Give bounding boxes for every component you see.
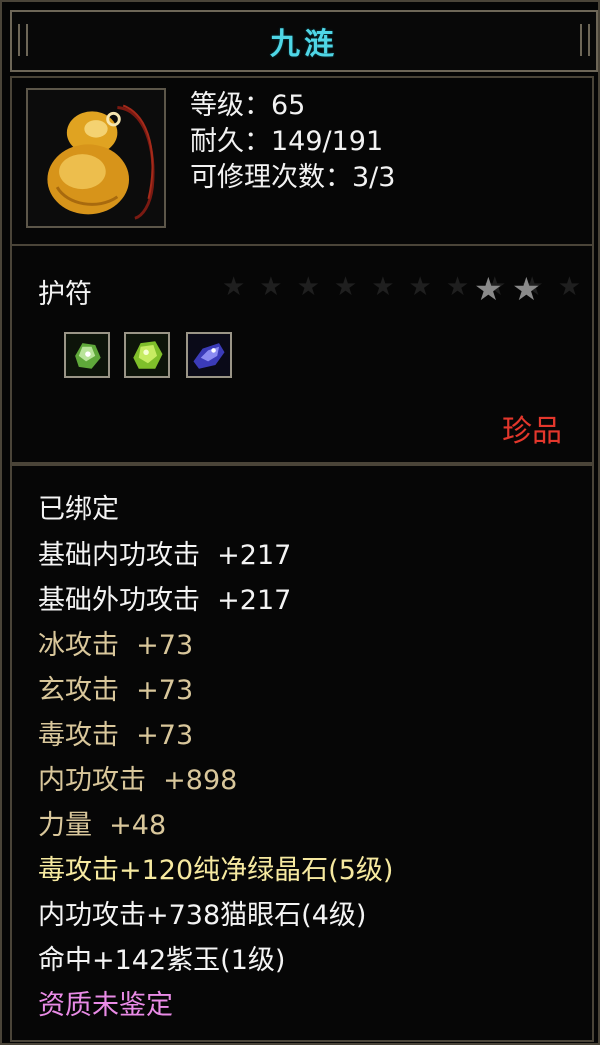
- stat-line: 玄攻击 +73: [38, 675, 194, 706]
- item-stats-panel: 已绑定 基础内功攻击 +217 基础外功攻击 +217 冰攻击 +73 玄攻击 …: [10, 464, 594, 1042]
- stat-line: 冰攻击 +73: [38, 630, 194, 661]
- bound-status: 已绑定: [38, 494, 119, 525]
- item-repair-count: 可修理次数：3/3: [190, 162, 396, 193]
- item-summary-panel: 等级：65 耐久：149/191 可修理次数：3/3: [10, 76, 594, 246]
- star-icon: ★: [474, 270, 503, 308]
- purple-gem-icon[interactable]: [186, 332, 232, 378]
- item-durability: 耐久：149/191: [190, 126, 384, 157]
- item-name: 九涟: [270, 27, 338, 62]
- stat-line: 基础内功攻击 +217: [38, 540, 292, 571]
- stat-line: 力量 +48: [38, 810, 167, 841]
- title-ornament-left: [18, 24, 28, 56]
- item-type: 护符: [38, 279, 92, 310]
- stat-line: 毒攻击 +73: [38, 720, 194, 751]
- amber-gourd-pendant-icon: [26, 88, 166, 228]
- aptitude-status: 资质未鉴定: [38, 990, 173, 1021]
- lime-gem-icon[interactable]: [124, 332, 170, 378]
- green-gem-icon[interactable]: [64, 332, 110, 378]
- title-ornament-right: [580, 24, 590, 56]
- rarity-label: 珍品: [502, 414, 562, 449]
- item-tooltip-frame: 九涟 等级：65 耐久：149/191 可修理次数：3/3 护符 ★★★★★★★…: [0, 0, 600, 1045]
- item-type-panel: 护符 ★★★★★★★★★★ ★ ★ 珍品: [10, 244, 594, 464]
- title-bar: 九涟: [10, 10, 598, 72]
- gem-bonus-line: 内功攻击+738猫眼石(4级): [38, 900, 367, 931]
- stat-line: 内功攻击 +898: [38, 765, 238, 796]
- star-icon: ★: [512, 270, 541, 308]
- stat-line: 基础外功攻击 +217: [38, 585, 292, 616]
- item-level: 等级：65: [190, 90, 306, 121]
- gem-bonus-line: 命中+142紫玉(1级): [38, 945, 286, 976]
- gem-bonus-line: 毒攻击+120纯净绿晶石(5级): [38, 855, 394, 886]
